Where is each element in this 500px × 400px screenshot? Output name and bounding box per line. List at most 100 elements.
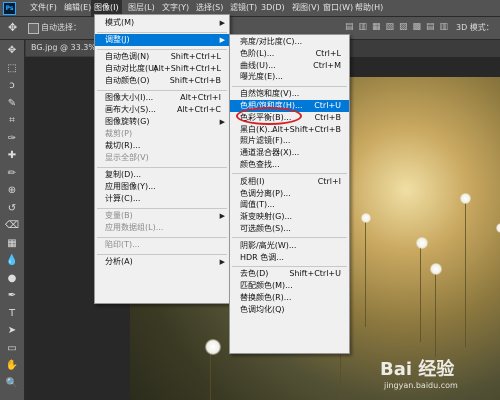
menu-item[interactable]: 反相(I) Ctrl+I bbox=[230, 176, 349, 188]
menu-separator bbox=[97, 236, 227, 238]
dodge-tool-icon[interactable]: ● bbox=[4, 272, 20, 286]
menu-item: 变量(B) ▶ bbox=[95, 210, 229, 222]
marquee-tool-icon[interactable]: ⬚ bbox=[4, 62, 20, 76]
menu-item-label: 亮度/对比度(C)... bbox=[240, 37, 303, 46]
submenu-arrow-icon: ▶ bbox=[219, 258, 225, 266]
menu-8[interactable]: 3D(D) bbox=[258, 0, 288, 16]
move-tool-icon[interactable]: ✥ bbox=[8, 21, 17, 34]
crop-tool-icon[interactable]: ⌗ bbox=[4, 114, 20, 128]
menu-item[interactable]: 色调均化(Q) bbox=[230, 304, 349, 316]
menu-item[interactable]: 色彩平衡(B)... Ctrl+B bbox=[230, 112, 349, 124]
eraser-tool-icon[interactable]: ⌫ bbox=[4, 219, 20, 233]
menu-item[interactable]: 渐变映射(G)... bbox=[230, 211, 349, 223]
menu-item-label: 匹配颜色(M)... bbox=[240, 281, 293, 291]
document-tab[interactable]: BG.jpg @ 33.3%(RG bbox=[26, 40, 101, 56]
menu-2[interactable]: 编辑(E) bbox=[61, 0, 94, 16]
menu-item-label: 陷印(T)... bbox=[105, 240, 140, 249]
menu-item-label: 色彩平衡(B)... bbox=[240, 112, 292, 122]
menu-item-label: 裁切(R)... bbox=[105, 141, 141, 150]
menu-9[interactable]: 视图(V) bbox=[289, 0, 323, 16]
auto-select-label: 自动选择： bbox=[41, 23, 81, 32]
menu-item[interactable]: 颜色查找... bbox=[230, 159, 349, 171]
path-select-tool-icon[interactable]: ➤ bbox=[4, 324, 20, 338]
grass-stem bbox=[435, 267, 436, 357]
menu-item[interactable]: 计算(C)... bbox=[95, 193, 229, 205]
menu-item[interactable]: 去色(D) Shift+Ctrl+U bbox=[230, 268, 349, 280]
menu-item[interactable]: 调整(J) ▶ bbox=[95, 34, 229, 46]
move-tool-icon[interactable]: ✥ bbox=[4, 44, 20, 58]
menu-item-label: HDR 色调... bbox=[240, 252, 284, 262]
eyedropper-tool-icon[interactable]: ✑ bbox=[4, 132, 20, 146]
gradient-tool-icon[interactable]: ▦ bbox=[4, 237, 20, 251]
history-brush-tool-icon[interactable]: ↺ bbox=[4, 202, 20, 216]
menu-item[interactable]: 自动颜色(O) Shift+Ctrl+B bbox=[95, 75, 229, 87]
menu-item-label: 通道混合器(X)... bbox=[240, 148, 300, 158]
type-tool-icon[interactable]: T bbox=[4, 307, 20, 321]
auto-select-checkbox[interactable] bbox=[28, 23, 39, 34]
menu-1[interactable]: 文件(F) bbox=[27, 0, 60, 16]
menu-item-label: 应用数据组(L)... bbox=[105, 223, 164, 232]
menu-item[interactable]: 应用图像(Y)... bbox=[95, 181, 229, 193]
menu-separator bbox=[97, 207, 227, 209]
zoom-tool-icon[interactable]: 🔍 bbox=[4, 377, 20, 391]
menu-item[interactable]: 色调分离(P)... bbox=[230, 188, 349, 200]
menu-item[interactable]: 复制(D)... bbox=[95, 169, 229, 181]
menu-item[interactable]: 阴影/高光(W)... bbox=[230, 240, 349, 252]
menu-item[interactable]: 模式(M) ▶ bbox=[95, 17, 229, 29]
menu-item[interactable]: 自动对比度(U) Alt+Shift+Ctrl+L bbox=[95, 63, 229, 75]
menu-item[interactable]: 分析(A) ▶ bbox=[95, 256, 229, 268]
menu-item[interactable]: 通道混合器(X)... bbox=[230, 147, 349, 159]
menu-item[interactable]: 色阶(L)... Ctrl+L bbox=[230, 48, 349, 60]
dandelion-seed bbox=[496, 223, 500, 233]
menu-item[interactable]: HDR 色调... bbox=[230, 252, 349, 264]
menu-item[interactable]: 图像旋转(G) ▶ bbox=[95, 116, 229, 128]
pen-tool-icon[interactable]: ✒ bbox=[4, 289, 20, 303]
healing-tool-icon[interactable]: ✚ bbox=[4, 149, 20, 163]
align-icons[interactable]: ▤▥▦▧▨▩▤▥ bbox=[345, 22, 453, 32]
submenu-arrow-icon: ▶ bbox=[219, 36, 225, 44]
rectangle-tool-icon[interactable]: ▭ bbox=[4, 342, 20, 356]
menu-item[interactable]: 匹配颜色(M)... bbox=[230, 280, 349, 292]
hand-tool-icon[interactable]: ✋ bbox=[4, 359, 20, 373]
menu-item[interactable]: 自动色调(N) Shift+Ctrl+L bbox=[95, 51, 229, 63]
menu-item-label: 自动色调(N) bbox=[105, 52, 150, 61]
menu-item[interactable]: 可选颜色(S)... bbox=[230, 223, 349, 235]
menu-item[interactable]: 裁切(R)... bbox=[95, 140, 229, 152]
menu-item-label: 可选颜色(S)... bbox=[240, 224, 291, 233]
brush-tool-icon[interactable]: ✏ bbox=[4, 167, 20, 181]
menu-item-label: 显示全部(V) bbox=[105, 153, 149, 162]
menu-item[interactable]: 自然饱和度(V)... bbox=[230, 88, 349, 100]
menu-item-shortcut: Ctrl+U bbox=[314, 101, 341, 110]
blur-tool-icon[interactable]: 💧 bbox=[4, 254, 20, 268]
menu-item-label: 去色(D) bbox=[240, 269, 269, 279]
menu-item[interactable]: 亮度/对比度(C)... bbox=[230, 36, 349, 48]
menu-item[interactable]: 黑白(K)... Alt+Shift+Ctrl+B bbox=[230, 124, 349, 136]
baidu-jingyan-watermark: Bai 经验 bbox=[380, 359, 455, 380]
menu-separator bbox=[97, 31, 227, 33]
menu-separator bbox=[97, 253, 227, 255]
menu-item[interactable]: 曝光度(E)... bbox=[230, 71, 349, 83]
menu-7[interactable]: 滤镜(T) bbox=[227, 0, 260, 16]
menu-item[interactable]: 替换颜色(R)... bbox=[230, 292, 349, 304]
menu-item[interactable]: 图像大小(I)... Alt+Ctrl+I bbox=[95, 92, 229, 104]
dandelion-seed bbox=[430, 263, 442, 275]
lasso-tool-icon[interactable]: ↄ bbox=[4, 79, 20, 93]
menu-10[interactable]: 窗口(W) bbox=[320, 0, 356, 16]
menu-item[interactable]: 画布大小(S)... Alt+Ctrl+C bbox=[95, 104, 229, 116]
menu-item-label: 自动对比度(U) bbox=[105, 64, 158, 73]
menu-11[interactable]: 帮助(H) bbox=[352, 0, 386, 16]
menu-item-label: 复制(D)... bbox=[105, 170, 142, 179]
menu-item[interactable]: 色相/饱和度(H)... Ctrl+U bbox=[230, 100, 349, 112]
menu-item-label: 自然饱和度(V)... bbox=[240, 89, 300, 99]
quick-select-tool-icon[interactable]: ✎ bbox=[4, 97, 20, 111]
grass-stem bbox=[365, 217, 366, 327]
menu-item-label: 色阶(L)... bbox=[240, 48, 275, 58]
dandelion-seed bbox=[460, 193, 471, 204]
menu-item[interactable]: 照片滤镜(F)... bbox=[230, 135, 349, 147]
menu-item-shortcut: Ctrl+B bbox=[314, 112, 341, 122]
menu-item[interactable]: 曲线(U)... Ctrl+M bbox=[230, 60, 349, 72]
menu-item-label: 分析(A) bbox=[105, 257, 133, 266]
menu-item-label: 反相(I) bbox=[240, 176, 265, 186]
stamp-tool-icon[interactable]: ⊕ bbox=[4, 184, 20, 198]
menu-item[interactable]: 阈值(T)... bbox=[230, 199, 349, 211]
